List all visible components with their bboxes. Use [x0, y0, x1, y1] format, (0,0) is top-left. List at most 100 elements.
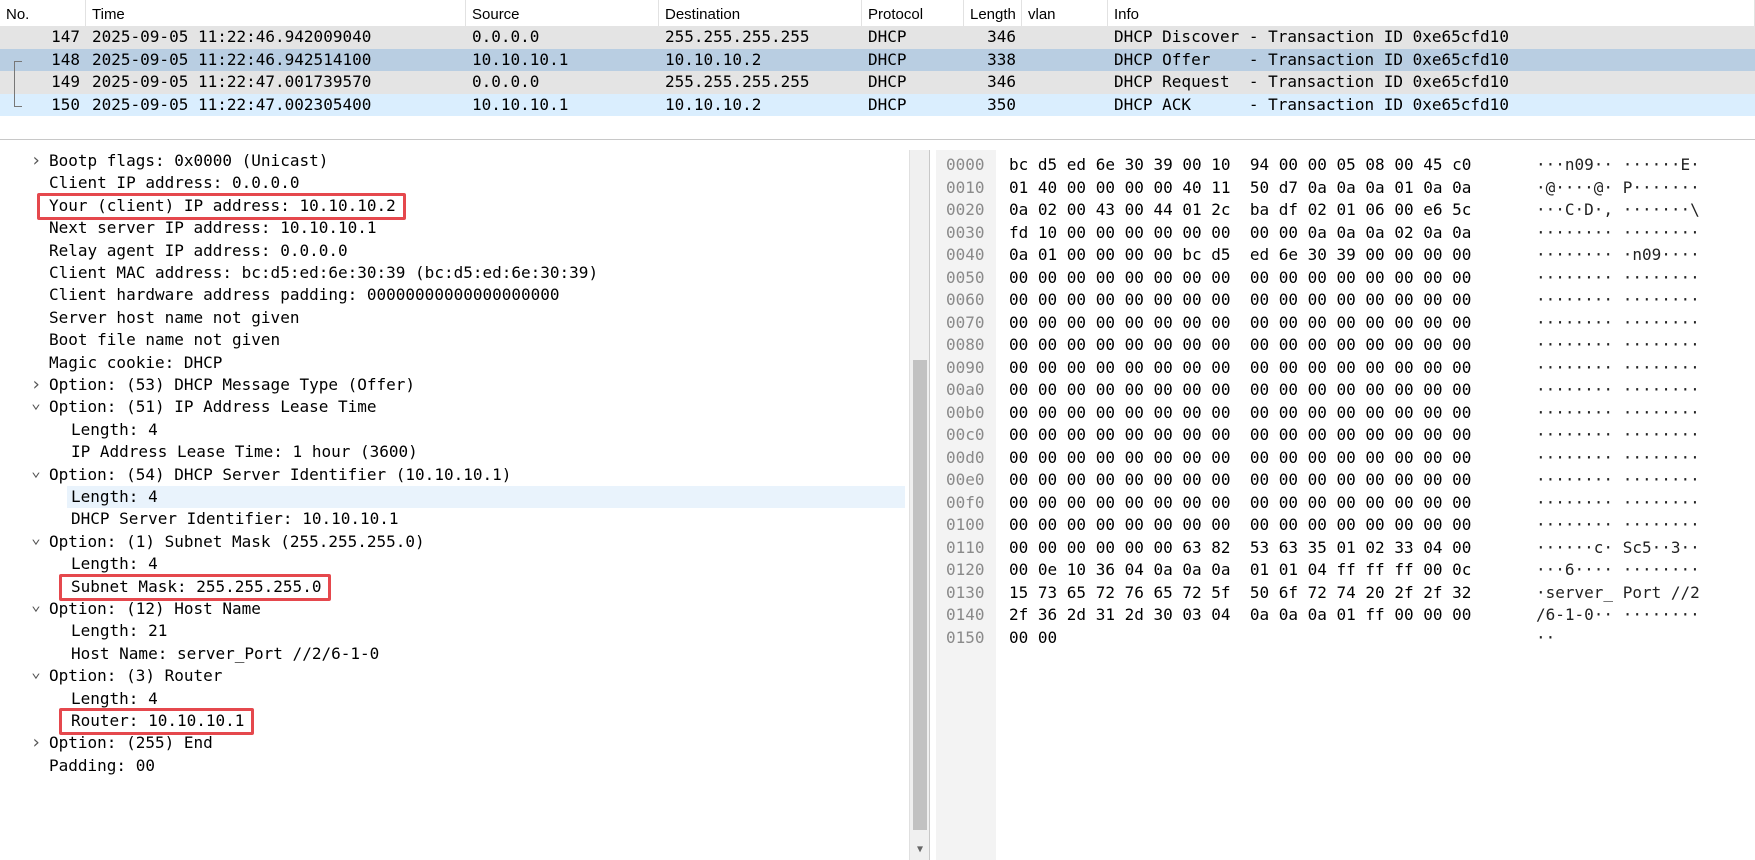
chevron-down-icon[interactable]: ⌄	[29, 529, 43, 553]
packet-row[interactable]: 147 2025-09-05 11:22:46.942009040 0.0.0.0 2…	[0, 26, 1755, 49]
detail-row[interactable]: Padding: 00	[0, 755, 905, 777]
packet-row[interactable]: 150 2025-09-05 11:22:47.002305400 10.10.10…	[0, 93, 1755, 117]
detail-row-text: Length: 21	[71, 621, 168, 641]
byte-hex: 00 00 00 00 00 00 00 00 00 00 00 00 00 0…	[1009, 425, 1472, 444]
byte-ascii: ········ ·n09····	[1536, 245, 1700, 264]
detail-row[interactable]: Client MAC address: bc:d5:ed:6e:30:39 (b…	[0, 262, 905, 284]
byte-row[interactable]: 0060 00 00 00 00 00 00 00 00 00 00 00 00 …	[936, 289, 1755, 312]
chevron-down-icon[interactable]: ⌄	[29, 462, 43, 486]
packet-cell-source: 0.0.0.0	[472, 72, 540, 91]
details-scrollbar-thumb[interactable]	[913, 360, 927, 830]
byte-row[interactable]: 00d0 00 00 00 00 00 00 00 00 00 00 00 00 …	[936, 447, 1755, 470]
byte-row[interactable]: 0120 00 0e 10 36 04 0a 0a 0a 01 01 04 ff …	[936, 559, 1755, 582]
byte-offset: 0130	[946, 582, 985, 602]
packet-row[interactable]: 148 2025-09-05 11:22:46.942514100 10.10.10…	[0, 48, 1755, 71]
chevron-right-icon[interactable]: ›	[29, 732, 43, 754]
packet-list-pane[interactable]: No. Time Source Destination Protocol Length vl…	[0, 0, 1755, 140]
detail-row-text: Option: (51) IP Address Lease Time	[49, 397, 377, 417]
byte-row[interactable]: 0090 00 00 00 00 00 00 00 00 00 00 00 00 …	[936, 357, 1755, 380]
byte-row[interactable]: 0150 00 00 ··	[936, 627, 1755, 650]
byte-row[interactable]: 00f0 00 00 00 00 00 00 00 00 00 00 00 00 …	[936, 492, 1755, 515]
packet-row[interactable]: 149 2025-09-05 11:22:47.001739570 0.0.0.0 2…	[0, 71, 1755, 94]
packet-cell-source: 10.10.10.1	[472, 49, 569, 69]
detail-row[interactable]: ⌄ Option: (12) Host Name	[0, 596, 905, 620]
byte-offset: 0020	[946, 200, 985, 219]
packet-cell-protocol: DHCP	[868, 27, 907, 46]
byte-row[interactable]: 0020 0a 02 00 43 00 44 01 2c ba df 02 01 …	[936, 199, 1755, 222]
byte-row[interactable]: 0000 bc d5 ed 6e 30 39 00 10 94 00 00 05 …	[936, 154, 1755, 177]
detail-row[interactable]: Router: 10.10.10.1	[0, 710, 905, 732]
detail-row[interactable]: ⌄ Option: (51) IP Address Lease Time	[0, 395, 905, 418]
byte-row[interactable]: 0130 15 73 65 72 76 65 72 5f 50 6f 72 74 …	[936, 582, 1755, 605]
byte-offset: 0120	[946, 560, 985, 579]
detail-row[interactable]: Length: 4	[67, 486, 905, 509]
detail-row[interactable]: Length: 21	[0, 620, 905, 642]
detail-row[interactable]: Relay agent IP address: 0.0.0.0	[0, 240, 905, 262]
byte-row[interactable]: 0070 00 00 00 00 00 00 00 00 00 00 00 00 …	[936, 312, 1755, 335]
detail-row-text: Option: (53) DHCP Message Type (Offer)	[49, 375, 416, 394]
byte-row[interactable]: 00e0 00 00 00 00 00 00 00 00 00 00 00 00 …	[936, 469, 1755, 492]
byte-row[interactable]: 0080 00 00 00 00 00 00 00 00 00 00 00 00 …	[936, 334, 1755, 357]
byte-row[interactable]: 0050 00 00 00 00 00 00 00 00 00 00 00 00 …	[936, 267, 1755, 290]
detail-row[interactable]: IP Address Lease Time: 1 hour (3600)	[0, 441, 905, 463]
packet-cell-length: 346	[987, 27, 1016, 46]
byte-hex: 00 00 00 00 00 00 00 00 00 00 00 00 00 0…	[1009, 447, 1472, 467]
detail-row[interactable]: Next server IP address: 10.10.10.1	[0, 217, 905, 239]
byte-row[interactable]: 00a0 00 00 00 00 00 00 00 00 00 00 00 00 …	[936, 379, 1755, 402]
packet-cell-no: 150	[51, 94, 80, 114]
detail-row[interactable]: Subnet Mask: 255.255.255.0	[0, 576, 905, 598]
detail-row[interactable]: › Bootp flags: 0x0000 (Unicast)	[0, 150, 905, 172]
detail-row-text: Length: 4	[71, 487, 158, 506]
byte-row[interactable]: 0110 00 00 00 00 00 00 63 82 53 63 35 01 …	[936, 537, 1755, 560]
detail-row[interactable]: Client hardware address padding: 0000000…	[0, 284, 905, 306]
packet-cell-no: 147	[51, 27, 80, 46]
byte-ascii: ·server_ Port //2	[1536, 582, 1700, 602]
byte-row[interactable]: 0010 01 40 00 00 00 00 40 11 50 d7 0a 0a …	[936, 177, 1755, 200]
detail-row[interactable]: Client IP address: 0.0.0.0	[0, 172, 905, 194]
chevron-down-icon[interactable]: ⌄	[29, 395, 43, 418]
byte-offset: 00b0	[946, 402, 985, 422]
detail-row[interactable]: Magic cookie: DHCP	[0, 352, 905, 374]
byte-offset: 0030	[946, 222, 985, 242]
packet-details-pane[interactable]: › Bootp flags: 0x0000 (Unicast) Client IP …	[0, 150, 930, 860]
detail-row-text: Server host name not given	[49, 307, 300, 327]
detail-row[interactable]: ⌄ Option: (1) Subnet Mask (255.255.255.0)	[0, 529, 905, 553]
byte-offset: 0010	[946, 177, 985, 197]
byte-row[interactable]: 0140 2f 36 2d 31 2d 30 03 04 0a 0a 0a 01 …	[936, 604, 1755, 627]
detail-row[interactable]: ⌄ Option: (54) DHCP Server Identifier (10…	[0, 462, 905, 486]
detail-row[interactable]: Your (client) IP address: 10.10.10.2	[0, 195, 905, 217]
detail-row-text: Option: (3) Router	[49, 666, 223, 686]
detail-row[interactable]: Length: 4	[0, 553, 905, 575]
byte-row[interactable]: 00c0 00 00 00 00 00 00 00 00 00 00 00 00 …	[936, 424, 1755, 447]
byte-ascii: ········ ········	[1536, 447, 1700, 467]
byte-row[interactable]: 0040 0a 01 00 00 00 00 bc d5 ed 6e 30 39 …	[936, 244, 1755, 267]
details-scrollbar[interactable]: ▼	[909, 150, 929, 860]
detail-row[interactable]: Host Name: server_Port //2/6-1-0	[0, 643, 905, 665]
detail-row-text: Subnet Mask: 255.255.255.0	[71, 576, 322, 596]
detail-row[interactable]: ⌄ Option: (3) Router	[0, 664, 905, 687]
detail-row[interactable]: › Option: (255) End	[0, 732, 905, 754]
byte-row[interactable]: 0100 00 00 00 00 00 00 00 00 00 00 00 00 …	[936, 514, 1755, 537]
packet-cell-time: 2025-09-05 11:22:47.001739570	[92, 72, 372, 91]
chevron-down-icon[interactable]: ⌄	[29, 596, 43, 620]
scroll-down-arrow-icon[interactable]: ▼	[910, 840, 929, 860]
packet-bytes-pane[interactable]: 0000 bc d5 ed 6e 30 39 00 10 94 00 00 05 …	[936, 150, 1755, 860]
byte-row[interactable]: 00b0 00 00 00 00 00 00 00 00 00 00 00 00 …	[936, 402, 1755, 425]
chevron-right-icon[interactable]: ›	[29, 150, 43, 172]
detail-row[interactable]: Length: 4	[0, 419, 905, 441]
detail-row[interactable]: DHCP Server Identifier: 10.10.10.1	[0, 508, 905, 530]
detail-row[interactable]: Server host name not given	[0, 307, 905, 329]
detail-row[interactable]: › Option: (53) DHCP Message Type (Offer)	[0, 374, 905, 396]
packet-cell-vlan	[1022, 94, 1108, 117]
byte-ascii: ········ ········	[1536, 470, 1700, 489]
byte-ascii: ········ ········	[1536, 312, 1700, 332]
detail-row[interactable]: Boot file name not given	[0, 329, 905, 351]
byte-ascii: ···6···· ········	[1536, 560, 1700, 579]
byte-row[interactable]: 0030 fd 10 00 00 00 00 00 00 00 00 0a 0a …	[936, 222, 1755, 245]
chevron-down-icon[interactable]: ⌄	[29, 664, 43, 687]
detail-row[interactable]: Length: 4	[0, 688, 905, 710]
byte-hex: 00 00	[1009, 627, 1058, 647]
byte-hex: 0a 02 00 43 00 44 01 2c ba df 02 01 06 0…	[1009, 200, 1472, 219]
byte-ascii: ········ ········	[1536, 267, 1700, 287]
byte-offset: 0150	[946, 627, 985, 647]
